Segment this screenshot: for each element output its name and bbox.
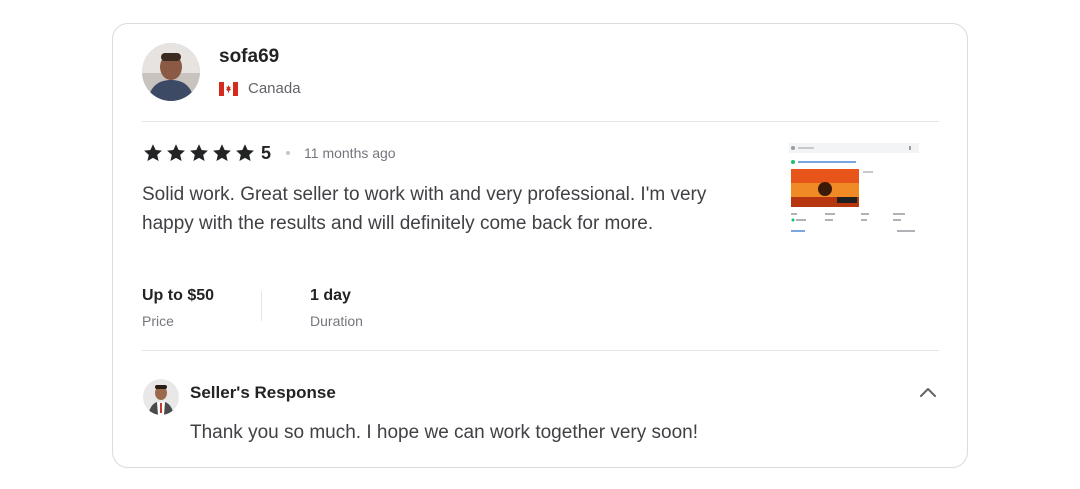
user-avatar-icon (142, 43, 200, 101)
seller-response-title: Seller's Response (190, 383, 336, 402)
divider (142, 121, 939, 122)
star-icon (236, 144, 254, 161)
duration-block: 1 day Duration (310, 286, 363, 330)
star-icon (167, 144, 185, 161)
order-meta: Up to $50 Price 1 day Duration (142, 286, 363, 330)
reviewer-username[interactable]: sofa69 (219, 46, 279, 68)
country-name: Canada (248, 80, 301, 97)
seller-avatar-icon (143, 379, 179, 415)
attachment-image-icon (787, 141, 921, 239)
seller-avatar (143, 379, 179, 415)
rating-row: 5 11 months ago (142, 142, 396, 164)
reviewer-country: Canada (219, 80, 301, 97)
star-rating (142, 142, 256, 164)
review-card: sofa69 Canada 5 11 months ago Solid work… (112, 23, 968, 468)
collapse-response-button[interactable] (917, 382, 939, 404)
star-icon (213, 144, 231, 161)
review-attachment-thumbnail[interactable] (787, 141, 921, 239)
review-time: 11 months ago (304, 145, 396, 161)
divider (142, 350, 939, 351)
reviewer-avatar[interactable] (142, 43, 200, 101)
review-text: Solid work. Great seller to work with an… (142, 184, 707, 234)
meta-divider (261, 291, 263, 321)
star-icon (190, 144, 208, 161)
price-block: Up to $50 Price (142, 286, 214, 330)
price-label: Price (142, 313, 174, 329)
chevron-up-icon (920, 388, 936, 397)
rating-value: 5 (261, 142, 272, 163)
seller-response-text: Thank you so much. I hope we can work to… (190, 422, 698, 443)
canada-flag-icon (219, 81, 238, 96)
duration-label: Duration (310, 313, 363, 329)
duration-value: 1 day (310, 287, 351, 304)
price-value: Up to $50 (142, 287, 215, 304)
star-icon (144, 144, 162, 161)
separator-dot (286, 151, 291, 155)
